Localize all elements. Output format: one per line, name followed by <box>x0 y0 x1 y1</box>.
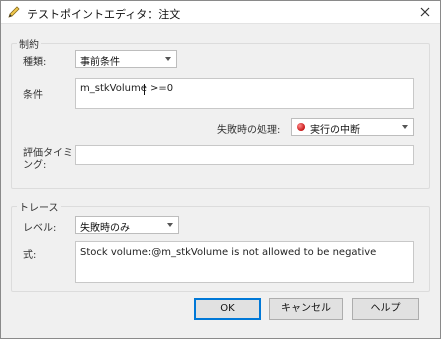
constraints-group <box>11 43 430 189</box>
expression-label: 式: <box>23 250 37 261</box>
on-failure-select-value: 実行の中断 <box>310 125 360 136</box>
type-select[interactable]: 事前条件 <box>75 50 177 68</box>
window-title: テストポイントエディタ：注文 <box>27 8 181 21</box>
constraints-group-label: 制約 <box>17 36 41 51</box>
on-failure-select[interactable]: 実行の中断 <box>291 118 414 136</box>
chevron-down-icon <box>402 125 408 129</box>
help-button[interactable]: ヘルプ <box>352 298 419 320</box>
ok-button[interactable]: OK <box>194 298 261 320</box>
condition-input-value: m_stkVolume >=0 <box>80 83 174 94</box>
condition-label: 条件 <box>23 90 43 101</box>
text-caret <box>144 84 145 95</box>
pencil-icon <box>8 6 20 18</box>
title-bar: テストポイントエディタ：注文 <box>1 1 440 24</box>
expression-input[interactable]: Stock volume:@m_stkVolume is not allowed… <box>75 241 414 283</box>
type-select-value: 事前条件 <box>80 57 120 68</box>
expression-input-value: Stock volume:@m_stkVolume is not allowed… <box>80 247 377 258</box>
chevron-down-icon <box>165 57 171 61</box>
condition-input[interactable]: m_stkVolume >=0 <box>75 78 414 109</box>
type-label: 種類: <box>23 57 47 68</box>
level-select[interactable]: 失敗時のみ <box>75 216 179 234</box>
dialog-window: テストポイントエディタ：注文 制約 種類: 事前条件 条件 m_stkVolum… <box>0 0 441 339</box>
close-icon[interactable] <box>418 5 432 19</box>
trace-group-label: トレース <box>17 199 61 214</box>
on-failure-label: 失敗時の処理: <box>217 125 281 136</box>
chevron-down-icon <box>167 223 173 227</box>
cancel-button[interactable]: キャンセル <box>269 298 343 320</box>
stop-icon <box>297 123 305 131</box>
timing-input[interactable] <box>75 145 414 165</box>
level-select-value: 失敗時のみ <box>80 223 130 234</box>
timing-label-line2: ング: <box>23 160 47 171</box>
level-label: レベル: <box>23 223 57 234</box>
